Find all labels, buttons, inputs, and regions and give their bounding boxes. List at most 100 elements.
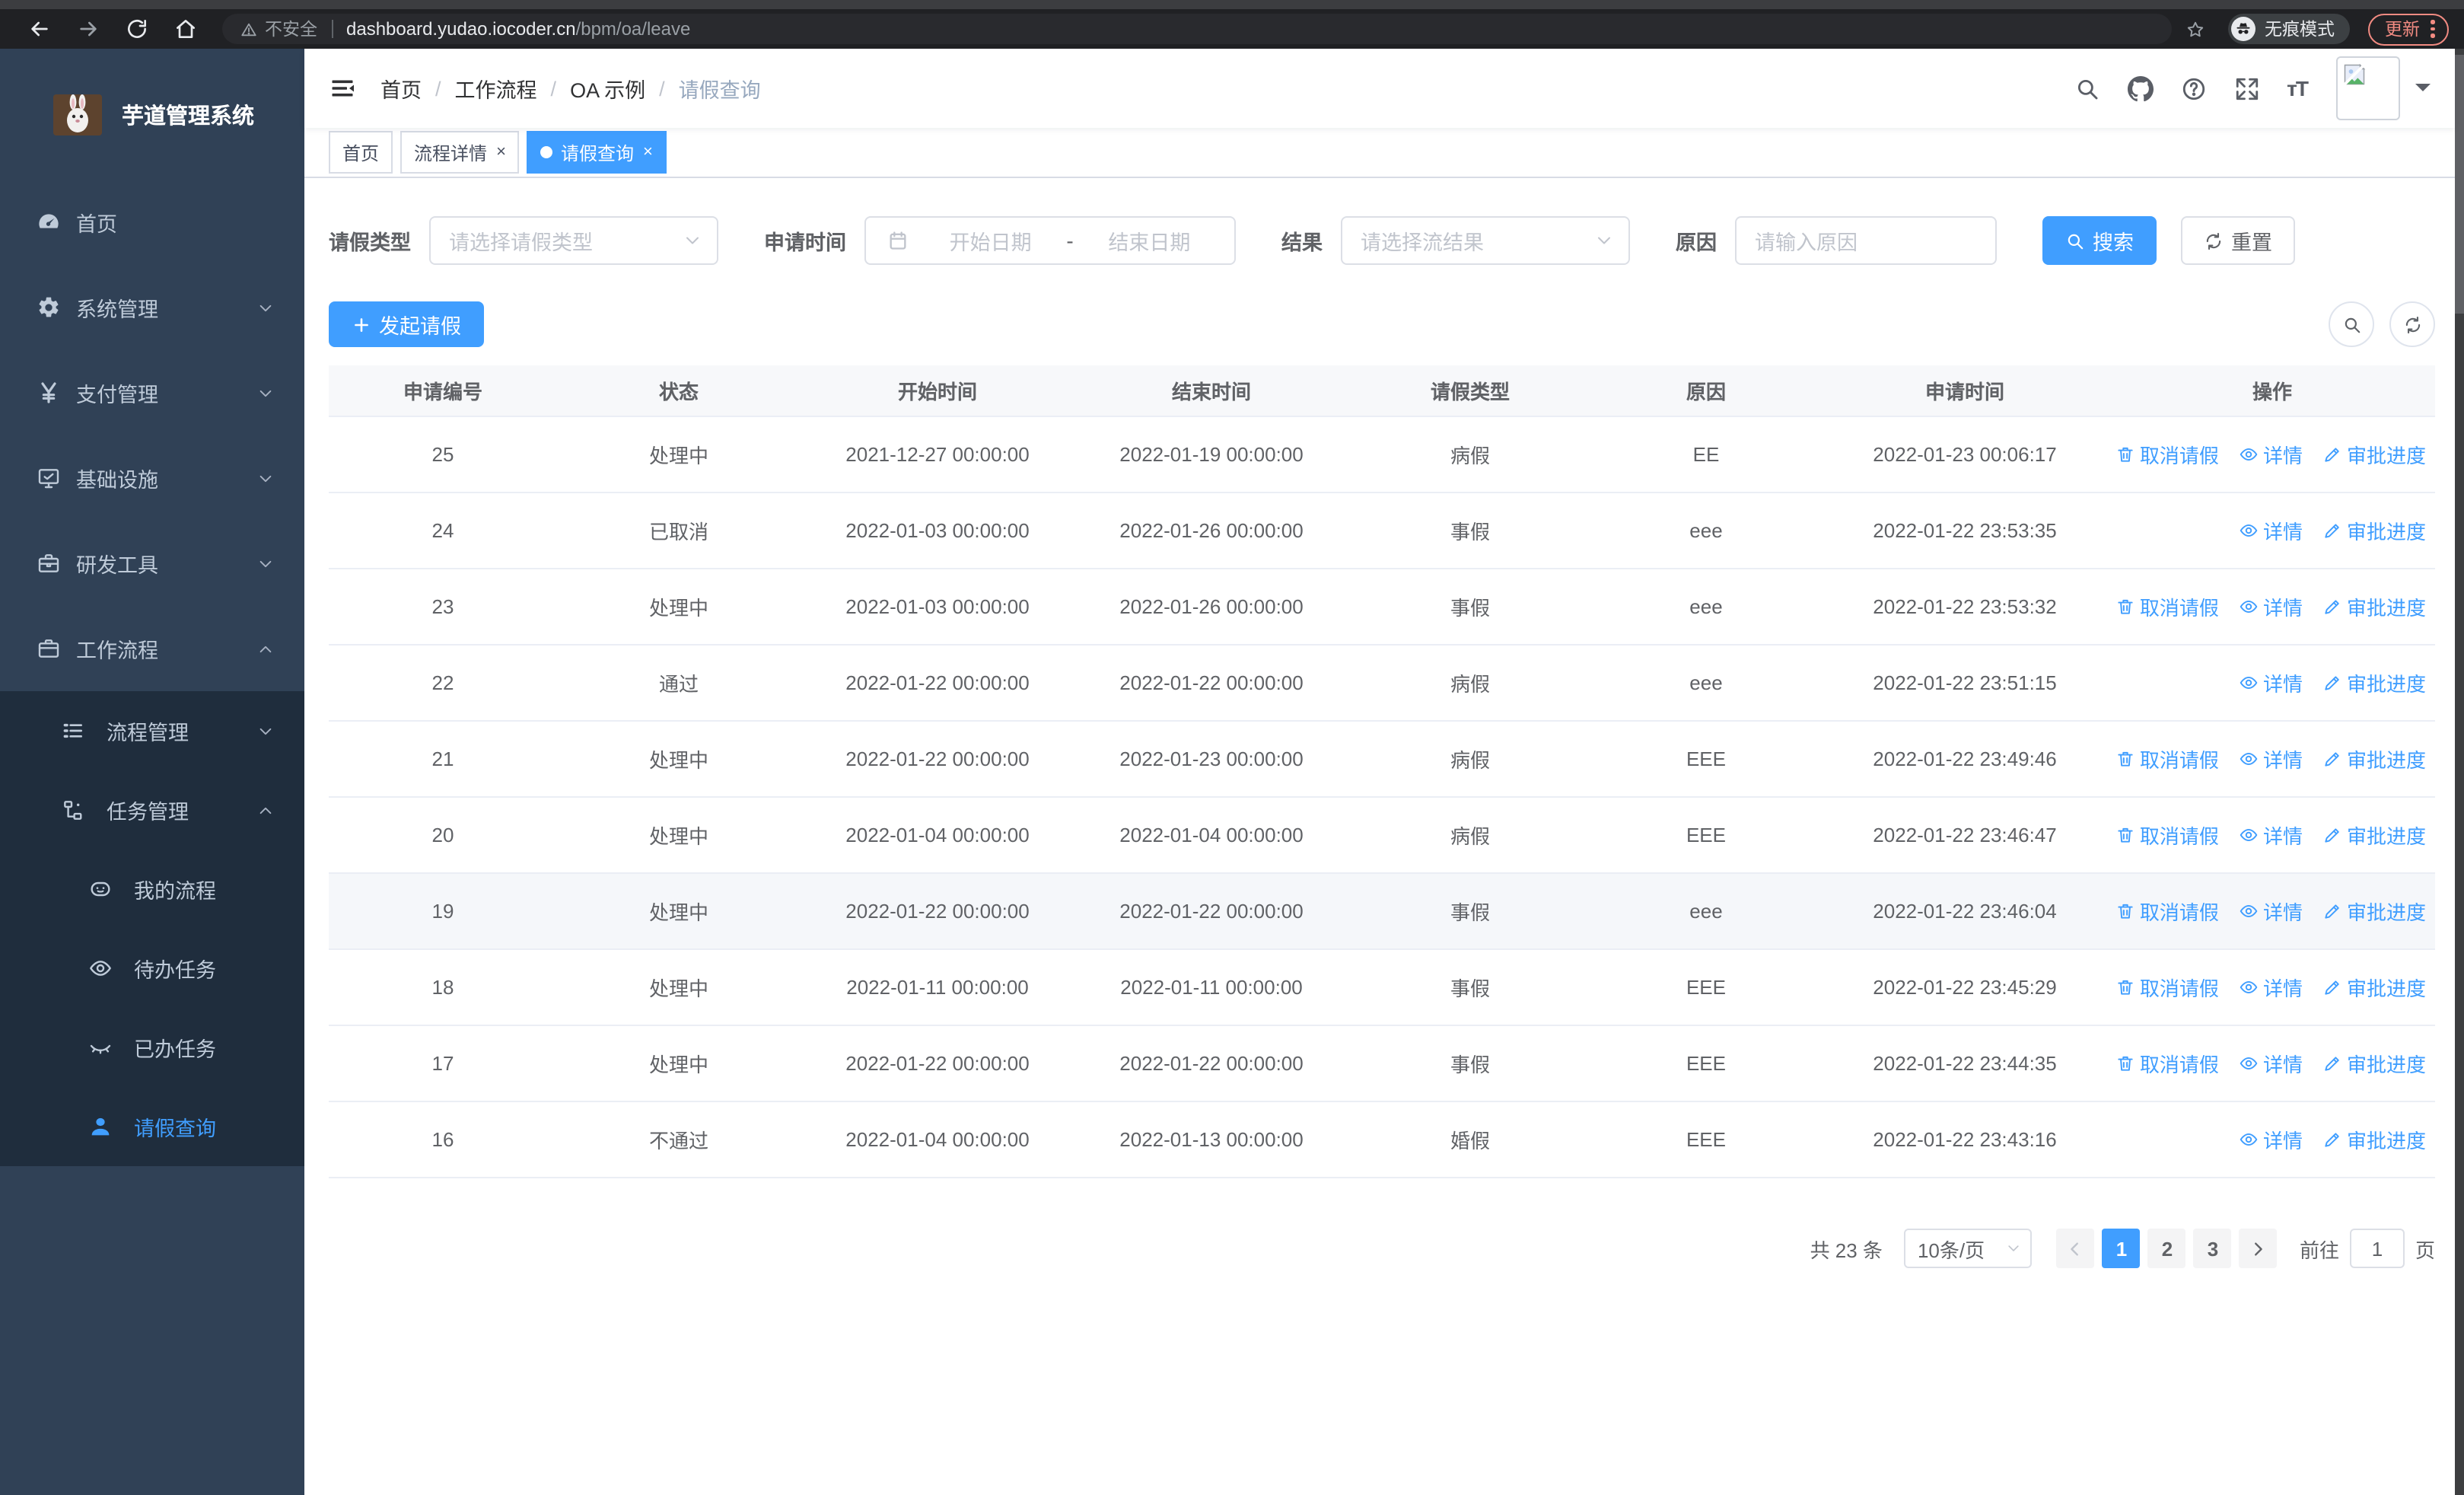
home-icon[interactable] <box>173 17 198 41</box>
sidebar-item-infra[interactable]: 基础设施 <box>0 435 304 521</box>
trash-icon <box>2115 1054 2135 1073</box>
table-row[interactable]: 24 已取消 2022-01-03 00:00:00 2022-01-26 00:00… <box>329 493 2435 569</box>
apply-time-range-picker[interactable]: 开始日期 - 结束日期 <box>864 216 1236 265</box>
cancel-action-link[interactable]: 取消请假 <box>2115 897 2219 926</box>
address-bar[interactable]: 不安全 dashboard.yudao.iocoder.cn/bpm/oa/le… <box>222 14 2172 44</box>
update-button[interactable]: 更新 <box>2368 13 2449 45</box>
progress-action-link[interactable]: 审批进度 <box>2322 973 2426 1002</box>
detail-action-link[interactable]: 详情 <box>2239 744 2303 773</box>
sidebar-item-home[interactable]: 首页 <box>0 180 304 265</box>
sidebar-item-my-process[interactable]: 我的流程 <box>0 850 304 929</box>
kebab-menu-icon[interactable] <box>2431 20 2435 38</box>
fullscreen-icon[interactable] <box>2233 75 2259 101</box>
table-row[interactable]: 16 不通过 2022-01-04 00:00:00 2022-01-13 00:00… <box>329 1102 2435 1178</box>
table-row[interactable]: 17 处理中 2022-01-22 00:00:00 2022-01-22 00:00… <box>329 1026 2435 1102</box>
tab-process-detail[interactable]: 流程详情 × <box>400 131 520 174</box>
goto-page-input[interactable]: 1 <box>2349 1229 2405 1268</box>
progress-action-link[interactable]: 审批进度 <box>2322 592 2426 621</box>
table-search-toggle-button[interactable] <box>2329 301 2374 347</box>
sidebar-item-system[interactable]: 系统管理 <box>0 265 304 350</box>
breadcrumb-item[interactable]: 工作流程 <box>455 73 537 104</box>
column-header: 状态 <box>658 381 699 403</box>
github-icon[interactable] <box>2127 75 2154 101</box>
bookmark-star-icon[interactable] <box>2185 19 2205 39</box>
forward-arrow-icon[interactable] <box>76 17 100 41</box>
cell-end: 2022-01-26 00:00:00 <box>1119 519 1304 542</box>
cell-id: 20 <box>431 824 454 846</box>
detail-action-link[interactable]: 详情 <box>2239 1049 2303 1078</box>
sidebar-item-payment[interactable]: 支付管理 <box>0 350 304 435</box>
detail-action-link[interactable]: 详情 <box>2239 668 2303 697</box>
detail-action-link[interactable]: 详情 <box>2239 821 2303 850</box>
page-size-select[interactable]: 10条/页 <box>1903 1229 2032 1268</box>
cell-apply_time: 2022-01-22 23:53:32 <box>1873 595 2057 618</box>
progress-action-link[interactable]: 审批进度 <box>2322 668 2426 697</box>
next-page-button[interactable] <box>2239 1229 2278 1268</box>
cancel-action-link[interactable]: 取消请假 <box>2115 973 2219 1002</box>
sidebar-logo[interactable]: 芋道管理系统 <box>0 49 304 180</box>
detail-action-link[interactable]: 详情 <box>2239 973 2303 1002</box>
table-row[interactable]: 19 处理中 2022-01-22 00:00:00 2022-01-22 00:00… <box>329 874 2435 950</box>
progress-action-link[interactable]: 审批进度 <box>2322 516 2426 545</box>
browser-toolbar: 不安全 dashboard.yudao.iocoder.cn/bpm/oa/le… <box>0 9 2464 49</box>
sidebar-item-task-mgmt[interactable]: 任务管理 <box>0 770 304 850</box>
prev-page-button[interactable] <box>2056 1229 2095 1268</box>
sidebar-item-todo-tasks[interactable]: 待办任务 <box>0 929 304 1008</box>
detail-action-link[interactable]: 详情 <box>2239 1125 2303 1154</box>
table-row[interactable]: 25 处理中 2021-12-27 00:00:00 2022-01-19 00:00… <box>329 417 2435 493</box>
cancel-action-link[interactable]: 取消请假 <box>2115 744 2219 773</box>
progress-action-link[interactable]: 审批进度 <box>2322 440 2426 469</box>
cancel-action-link[interactable]: 取消请假 <box>2115 1049 2219 1078</box>
table-row[interactable]: 21 处理中 2022-01-22 00:00:00 2022-01-23 00:00… <box>329 722 2435 798</box>
trash-icon <box>2115 977 2135 997</box>
sidebar-item-done-tasks[interactable]: 已办任务 <box>0 1008 304 1087</box>
close-icon[interactable]: × <box>496 143 506 161</box>
sidebar-toggle-icon[interactable] <box>329 75 356 102</box>
leave-type-select[interactable]: 请选择请假类型 <box>429 216 718 265</box>
table-refresh-button[interactable] <box>2389 301 2435 347</box>
detail-action-link[interactable]: 详情 <box>2239 516 2303 545</box>
avatar-caret-icon[interactable] <box>2415 84 2431 99</box>
create-leave-button[interactable]: 发起请假 <box>329 301 484 347</box>
scrollbar-thumb[interactable] <box>2455 55 2464 314</box>
result-select[interactable]: 请选择流结果 <box>1341 216 1630 265</box>
page-button-3[interactable]: 3 <box>2193 1229 2232 1268</box>
cancel-action-link[interactable]: 取消请假 <box>2115 821 2219 850</box>
search-button[interactable]: 搜索 <box>2042 216 2157 265</box>
scrollbar[interactable] <box>2455 49 2464 1495</box>
detail-action-link[interactable]: 详情 <box>2239 897 2303 926</box>
progress-action-link[interactable]: 审批进度 <box>2322 1125 2426 1154</box>
cancel-action-link[interactable]: 取消请假 <box>2115 592 2219 621</box>
back-arrow-icon[interactable] <box>27 17 52 41</box>
tab-leave-query[interactable]: 请假查询 × <box>527 131 667 174</box>
progress-action-link[interactable]: 审批进度 <box>2322 821 2426 850</box>
search-icon[interactable] <box>2074 75 2099 101</box>
breadcrumb-item[interactable]: 首页 <box>380 73 422 104</box>
sidebar-item-leave-query[interactable]: 请假查询 <box>0 1087 304 1166</box>
cancel-action-link[interactable]: 取消请假 <box>2115 440 2219 469</box>
progress-action-link[interactable]: 审批进度 <box>2322 1049 2426 1078</box>
reload-icon[interactable] <box>125 17 149 41</box>
reason-input[interactable]: 请输入原因 <box>1735 216 1997 265</box>
page-button-2[interactable]: 2 <box>2147 1229 2186 1268</box>
detail-action-link[interactable]: 详情 <box>2239 440 2303 469</box>
close-icon[interactable]: × <box>643 143 653 161</box>
table-row[interactable]: 20 处理中 2022-01-04 00:00:00 2022-01-04 00:00… <box>329 798 2435 874</box>
page-button-1[interactable]: 1 <box>2102 1229 2141 1268</box>
reset-button[interactable]: 重置 <box>2181 216 2295 265</box>
progress-action-link[interactable]: 审批进度 <box>2322 744 2426 773</box>
detail-action-link[interactable]: 详情 <box>2239 592 2303 621</box>
table-row[interactable]: 18 处理中 2022-01-11 00:00:00 2022-01-11 00:00… <box>329 950 2435 1026</box>
sidebar-item-process-mgmt[interactable]: 流程管理 <box>0 691 304 770</box>
table-row[interactable]: 22 通过 2022-01-22 00:00:00 2022-01-22 00:00:… <box>329 645 2435 722</box>
incognito-icon <box>2234 20 2252 38</box>
avatar[interactable] <box>2336 56 2400 120</box>
table-row[interactable]: 23 处理中 2022-01-03 00:00:00 2022-01-26 00:00… <box>329 569 2435 645</box>
sidebar-item-workflow[interactable]: 工作流程 <box>0 606 304 691</box>
font-size-icon[interactable]: тT <box>2287 76 2309 100</box>
help-icon[interactable] <box>2180 75 2206 101</box>
progress-action-link[interactable]: 审批进度 <box>2322 897 2426 926</box>
breadcrumb-item[interactable]: OA 示例 <box>570 73 645 104</box>
tab-home[interactable]: 首页 <box>329 131 393 174</box>
sidebar-item-devtools[interactable]: 研发工具 <box>0 521 304 606</box>
